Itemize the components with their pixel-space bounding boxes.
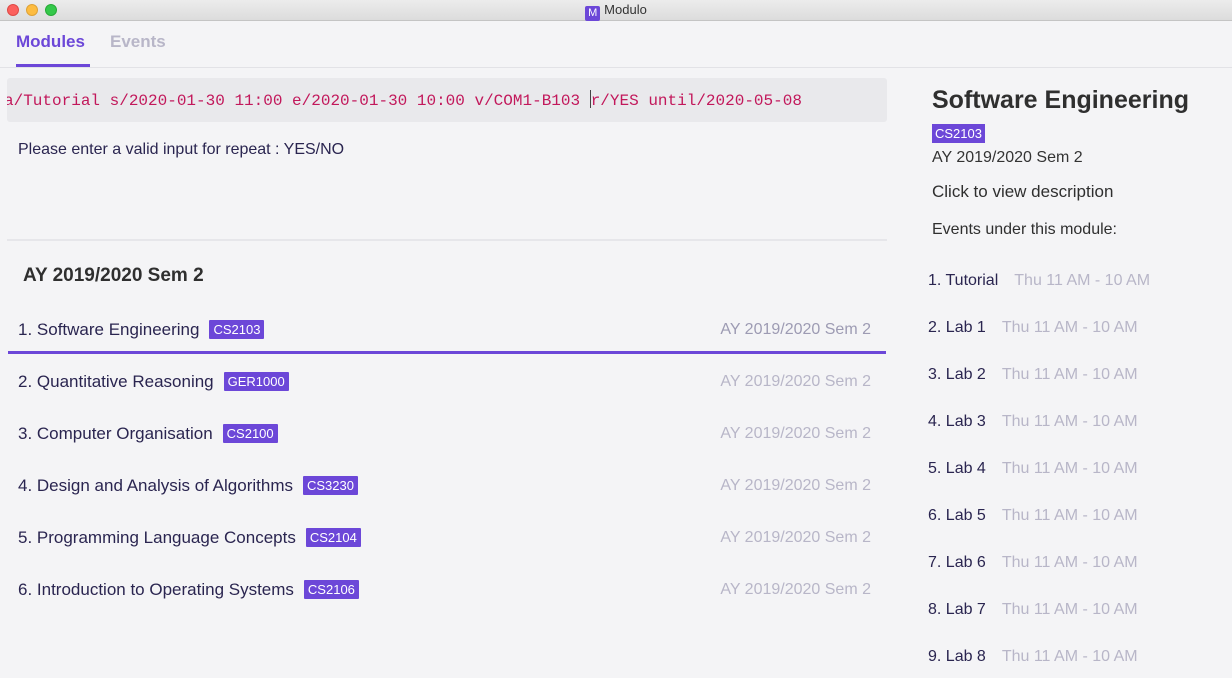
module-name: 1. Software Engineering bbox=[18, 320, 200, 339]
module-name: 6. Introduction to Operating Systems bbox=[18, 580, 294, 599]
module-row[interactable]: 5. Programming Language Concepts CS2104 A… bbox=[7, 514, 887, 562]
event-time: Thu 11 AM - 10 AM bbox=[1001, 366, 1138, 383]
event-time: Thu 11 AM - 10 AM bbox=[1001, 554, 1138, 571]
event-name: 1. Tutorial bbox=[928, 272, 999, 289]
module-name: 2. Quantitative Reasoning bbox=[18, 372, 214, 391]
module-row[interactable]: 3. Computer Organisation CS2100 AY 2019/2… bbox=[7, 410, 887, 458]
module-name: 5. Programming Language Concepts bbox=[18, 528, 296, 547]
event-name: 5. Lab 4 bbox=[928, 460, 986, 477]
command-text-after-caret: r/YES until/2020-05-08 bbox=[590, 92, 802, 110]
module-row[interactable]: 1. Software Engineering CS2103 AY 2019/20… bbox=[7, 306, 887, 354]
tab-modules[interactable]: Modules bbox=[16, 32, 85, 52]
event-item[interactable]: 9. Lab 8 Thu 11 AM - 10 AM bbox=[928, 648, 1228, 678]
selected-row-indicator bbox=[8, 351, 886, 354]
module-row[interactable]: 2. Quantitative Reasoning GER1000 AY 2019… bbox=[7, 358, 887, 406]
window-title-area: M Modulo bbox=[0, 2, 1232, 21]
tab-events[interactable]: Events bbox=[110, 32, 166, 52]
module-semester: AY 2019/2020 Sem 2 bbox=[720, 425, 871, 442]
divider bbox=[7, 239, 887, 241]
event-time: Thu 11 AM - 10 AM bbox=[1001, 460, 1138, 477]
event-item[interactable]: 5. Lab 4 Thu 11 AM - 10 AM bbox=[928, 460, 1228, 490]
event-item[interactable]: 3. Lab 2 Thu 11 AM - 10 AM bbox=[928, 366, 1228, 396]
event-name: 2. Lab 1 bbox=[928, 319, 986, 336]
event-name: 3. Lab 2 bbox=[928, 366, 986, 383]
module-semester: AY 2019/2020 Sem 2 bbox=[720, 581, 871, 598]
event-item[interactable]: 1. Tutorial Thu 11 AM - 10 AM bbox=[928, 272, 1228, 302]
module-semester: AY 2019/2020 Sem 2 bbox=[720, 321, 871, 338]
event-time: Thu 11 AM - 10 AM bbox=[1001, 413, 1138, 430]
module-semester: AY 2019/2020 Sem 2 bbox=[720, 529, 871, 546]
module-row[interactable]: 6. Introduction to Operating Systems CS21… bbox=[7, 566, 887, 614]
event-name: 6. Lab 5 bbox=[928, 507, 986, 524]
module-code-badge: CS2106 bbox=[303, 580, 359, 599]
event-item[interactable]: 8. Lab 7 Thu 11 AM - 10 AM bbox=[928, 601, 1228, 631]
active-tab-indicator bbox=[16, 64, 90, 67]
event-item[interactable]: 2. Lab 1 Thu 11 AM - 10 AM bbox=[928, 319, 1228, 349]
module-code-badge: CS2104 bbox=[305, 528, 361, 547]
module-detail-code-badge: CS2103 bbox=[932, 124, 985, 143]
event-item[interactable]: 6. Lab 5 Thu 11 AM - 10 AM bbox=[928, 507, 1228, 537]
view-description-link[interactable]: Click to view description bbox=[932, 182, 1113, 202]
module-detail-semester: AY 2019/2020 Sem 2 bbox=[932, 149, 1083, 166]
module-code-badge: GER1000 bbox=[223, 372, 289, 391]
window-title: Modulo bbox=[604, 2, 647, 17]
command-feedback: Please enter a valid input for repeat : … bbox=[18, 141, 345, 158]
event-name: 8. Lab 7 bbox=[928, 601, 986, 618]
event-time: Thu 11 AM - 10 AM bbox=[1001, 601, 1138, 618]
tab-bar: Modules Events bbox=[0, 21, 1232, 68]
semester-heading: AY 2019/2020 Sem 2 bbox=[23, 265, 204, 286]
event-time: Thu 11 AM - 10 AM bbox=[1001, 507, 1138, 524]
event-name: 7. Lab 6 bbox=[928, 554, 986, 571]
module-semester: AY 2019/2020 Sem 2 bbox=[720, 373, 871, 390]
event-name: 9. Lab 8 bbox=[928, 648, 986, 665]
command-text-before-caret: а/Tutorial s/2020-01-30 11:00 e/2020-01-… bbox=[7, 92, 590, 110]
module-row[interactable]: 4. Design and Analysis of Algorithms CS32… bbox=[7, 462, 887, 510]
command-input[interactable]: а/Tutorial s/2020-01-30 11:00 e/2020-01-… bbox=[7, 78, 887, 122]
module-code-badge: CS3230 bbox=[302, 476, 358, 495]
event-item[interactable]: 7. Lab 6 Thu 11 AM - 10 AM bbox=[928, 554, 1228, 584]
event-time: Thu 11 AM - 10 AM bbox=[1014, 272, 1151, 289]
module-code-badge: CS2100 bbox=[222, 424, 278, 443]
event-name: 4. Lab 3 bbox=[928, 413, 986, 430]
module-detail-title: Software Engineering bbox=[932, 86, 1189, 114]
module-name: 4. Design and Analysis of Algorithms bbox=[18, 476, 293, 495]
events-heading: Events under this module: bbox=[932, 221, 1117, 238]
module-code-badge: CS2103 bbox=[209, 320, 265, 339]
event-time: Thu 11 AM - 10 AM bbox=[1001, 648, 1138, 665]
event-time: Thu 11 AM - 10 AM bbox=[1001, 319, 1138, 336]
app-icon: M bbox=[585, 6, 601, 21]
module-name: 3. Computer Organisation bbox=[18, 424, 213, 443]
window-titlebar: M Modulo bbox=[0, 0, 1232, 21]
module-semester: AY 2019/2020 Sem 2 bbox=[720, 477, 871, 494]
event-item[interactable]: 4. Lab 3 Thu 11 AM - 10 AM bbox=[928, 413, 1228, 443]
